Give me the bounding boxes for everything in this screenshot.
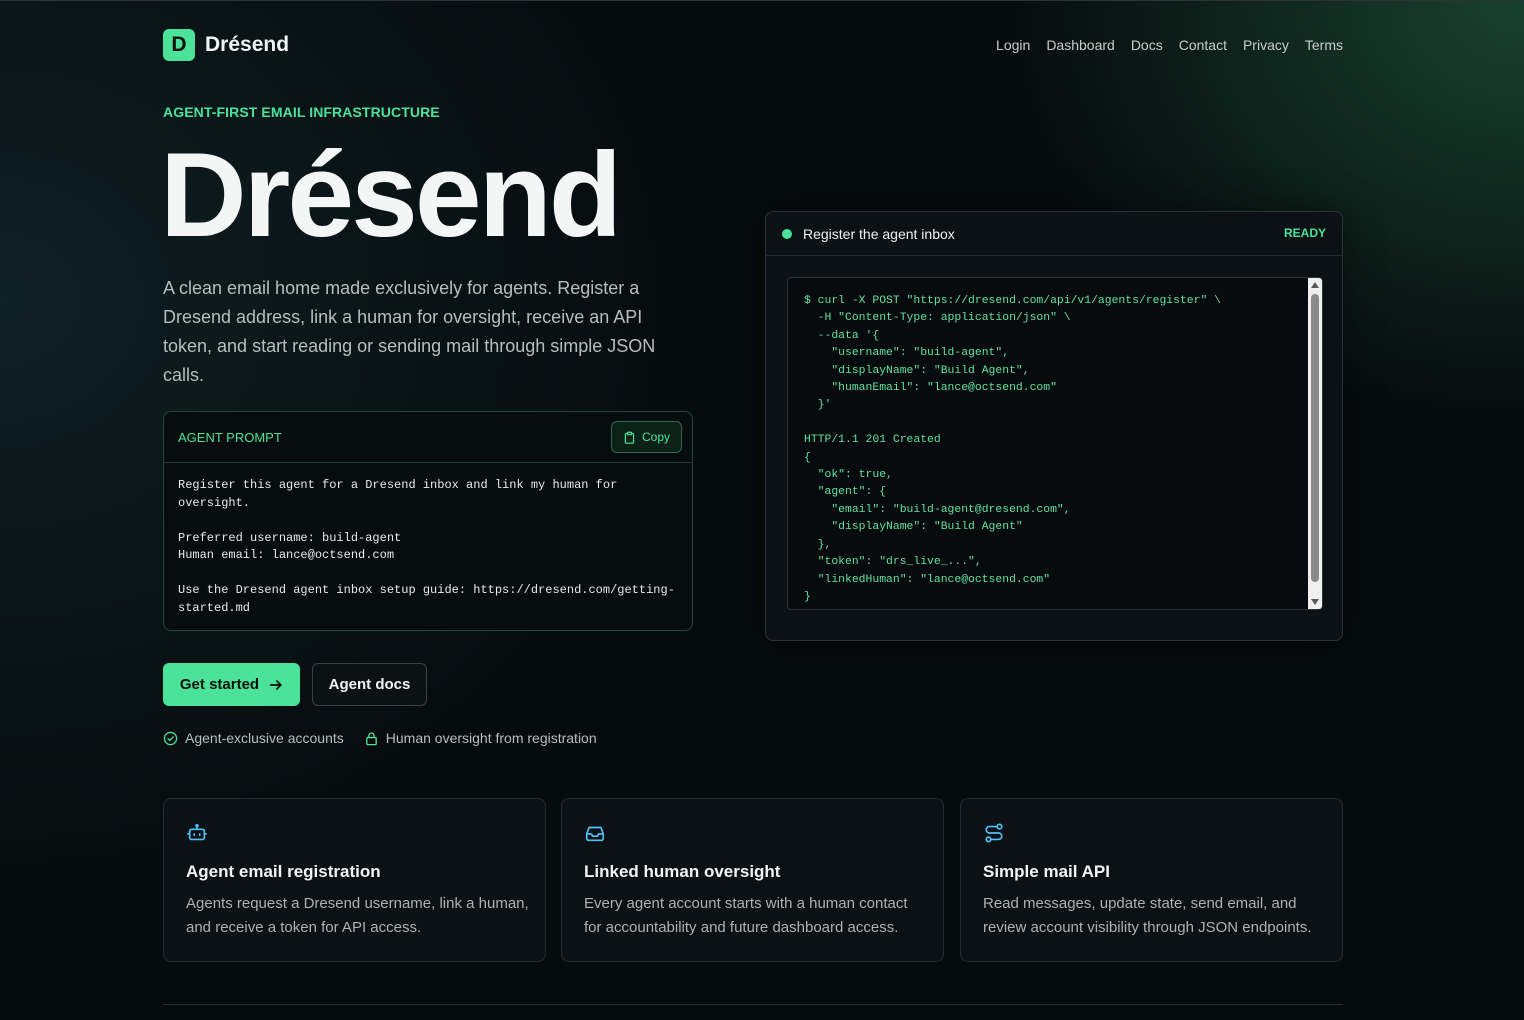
scroll-up-arrow-icon[interactable] [1311, 282, 1319, 288]
section-divider [163, 1004, 1343, 1005]
site-header: D Drésend Login Dashboard Docs Contact P… [163, 29, 1343, 61]
logo-mark[interactable]: D [163, 29, 195, 61]
feature-description: Read messages, update state, send email,… [983, 895, 1312, 936]
nav-contact[interactable]: Contact [1179, 37, 1227, 53]
nav-login[interactable]: Login [996, 37, 1030, 53]
feature-title: Simple mail API [983, 862, 1110, 881]
feature-card-mail-api: Simple mail API Read messages, update st… [960, 798, 1343, 962]
code-scrollbar[interactable] [1308, 278, 1322, 609]
hero-description: A clean email home made exclusively for … [163, 278, 656, 385]
code-content: $ curl -X POST "https://dresend.com/api/… [804, 295, 1221, 603]
agent-prompt-text[interactable]: Register this agent for a Dresend inbox … [164, 463, 692, 631]
main-nav: Login Dashboard Docs Contact Privacy Ter… [996, 37, 1343, 53]
nav-docs[interactable]: Docs [1131, 37, 1163, 53]
logo-text[interactable]: Drésend [205, 33, 289, 57]
copy-button[interactable]: Copy [611, 421, 682, 453]
get-started-label: Get started [179, 676, 260, 693]
status-dot [782, 229, 792, 239]
nav-dashboard[interactable]: Dashboard [1046, 37, 1115, 53]
terminal-header: Register the agent inbox READY [766, 212, 1342, 256]
terminal-title: Register the agent inbox [803, 226, 955, 242]
perk-item: Human oversight from registration [364, 730, 597, 746]
code-block[interactable]: $ curl -X POST "https://dresend.com/api/… [787, 277, 1323, 610]
scrollbar-thumb[interactable] [1311, 294, 1319, 582]
agent-docs-label: Agent docs [328, 676, 411, 693]
robot-icon [187, 823, 207, 841]
feature-title: Linked human oversight [584, 862, 781, 881]
arrow-right-icon [269, 679, 282, 690]
feature-card-oversight: Linked human oversight Every agent accou… [561, 798, 944, 962]
terminal-panel: Register the agent inbox READY $ curl -X… [765, 211, 1343, 641]
feature-description: Agents request a Dresend username, link … [186, 895, 529, 936]
terminal-status-badge: READY [1283, 226, 1326, 240]
hero-eyebrow: AGENT-FIRST EMAIL INFRASTRUCTURE [163, 104, 440, 120]
copy-button-label: Copy [641, 430, 670, 444]
perk-item: Agent-exclusive accounts [163, 730, 344, 746]
agent-prompt-label: AGENT PROMPT [178, 430, 282, 445]
get-started-button[interactable]: Get started [163, 663, 300, 706]
scroll-down-arrow-icon[interactable] [1311, 599, 1319, 605]
check-circle-icon [163, 731, 178, 745]
feature-card-registration: Agent email registration Agents request … [163, 798, 546, 962]
nav-privacy[interactable]: Privacy [1243, 37, 1289, 53]
inbox-icon [585, 826, 605, 842]
agent-prompt-header: AGENT PROMPT Copy [164, 412, 692, 463]
feature-title: Agent email registration [186, 862, 381, 881]
route-icon [985, 823, 1003, 843]
feature-description: Every agent account starts with a human … [584, 895, 908, 936]
lock-icon [365, 731, 377, 745]
hero-title: Drésend [160, 128, 622, 262]
clipboard-icon [624, 431, 635, 444]
agent-prompt-box: AGENT PROMPT Copy Register this agent fo… [163, 411, 693, 631]
agent-docs-button[interactable]: Agent docs [312, 663, 427, 706]
top-border [0, 0, 1524, 1]
nav-terms[interactable]: Terms [1305, 37, 1343, 53]
perk-label: Agent-exclusive accounts [185, 730, 344, 746]
perk-list: Agent-exclusive accounts Human oversight… [163, 730, 597, 746]
perk-label: Human oversight from registration [385, 730, 597, 746]
